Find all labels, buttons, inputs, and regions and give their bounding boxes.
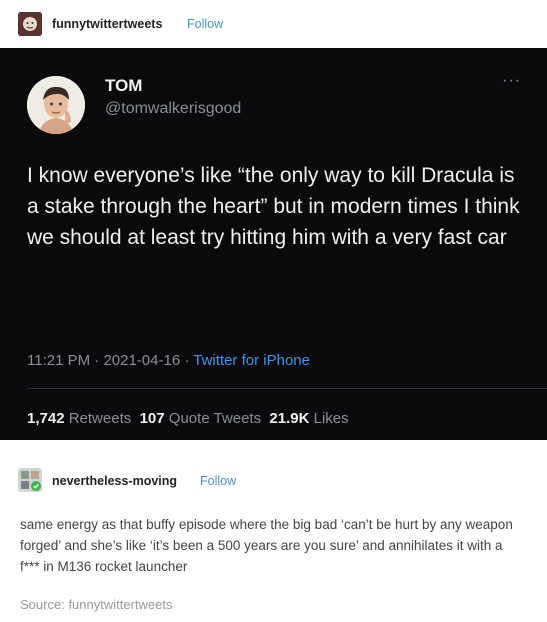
blog-username[interactable]: funnytwittertweets [52,17,162,31]
follow-button[interactable]: Follow [187,17,223,31]
tweet-date: 2021-04-16 [103,352,181,369]
source-link[interactable]: funnytwittertweets [68,597,172,612]
tweet-card: TOM @tomwalkerisgood ··· I know everyone… [0,48,547,440]
tweet-avatar [27,76,85,134]
divider [27,388,547,389]
quote-tweets-count: 107 [139,410,165,427]
likes-label[interactable]: Likes [314,410,349,427]
source-label: Source: [20,597,65,612]
reblogger-follow-button[interactable]: Follow [200,474,236,488]
retweets-count: 1,742 [27,410,65,427]
likes-count: 21.9K [269,410,310,427]
retweets-label[interactable]: Retweets [69,410,132,427]
reblogger-username[interactable]: nevertheless-moving [52,474,177,488]
tweet-text: I know everyone’s like “the only way to … [27,164,520,249]
reblog-header: nevertheless-moving Follow [0,440,547,510]
tweet-author-name: TOM [105,76,143,95]
tweet-time: 11:21 PM [27,352,91,369]
tweet-meta: 11:21 PM · 2021-04-16 · Twitter for iPho… [27,352,310,369]
source-line: Source: funnytwittertweets [20,597,172,612]
blog-avatar[interactable] [18,12,42,36]
quote-tweets-label[interactable]: Quote Tweets [169,410,261,427]
tweet-client-link[interactable]: Twitter for iPhone [193,352,310,369]
more-options-icon[interactable]: ··· [502,72,521,90]
tweet-stats: 1,742 Retweets 107 Quote Tweets 21.9K Li… [27,410,349,427]
meta-separator: · [94,352,100,369]
reblogger-avatar[interactable] [18,468,42,492]
meta-separator: · [184,352,190,369]
post-header: funnytwittertweets Follow [0,0,547,48]
reblog-comment: same energy as that buffy episode where … [20,517,513,574]
tweet-author-handle: @tomwalkerisgood [105,100,242,117]
